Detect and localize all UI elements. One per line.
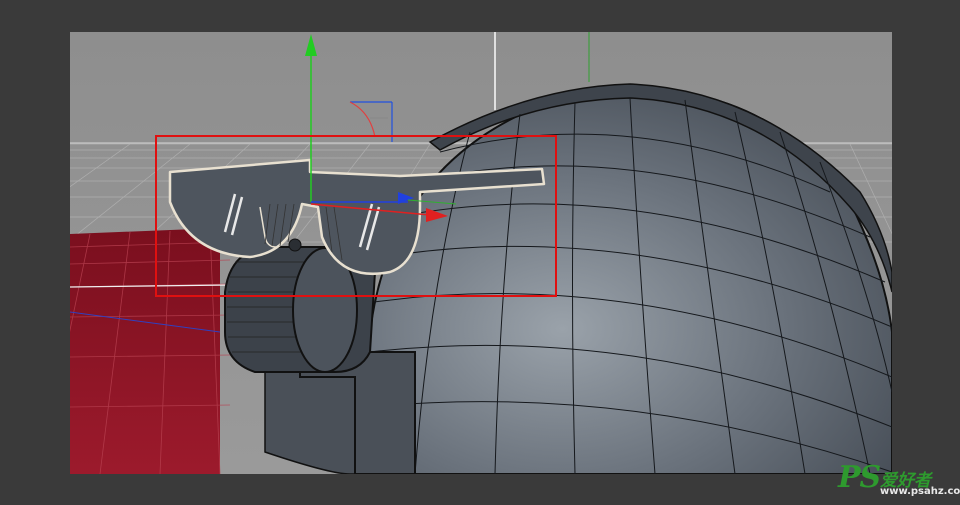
watermark-url-text: www.psahz.com (880, 486, 960, 497)
watermark-logo: PS 爱好者 www.psahz.com (838, 460, 960, 502)
scene-canvas[interactable] (70, 32, 892, 474)
floor-plane-left[interactable] (70, 228, 220, 474)
watermark-ps-text: PS (838, 460, 881, 495)
3d-viewport[interactable] (70, 32, 892, 474)
